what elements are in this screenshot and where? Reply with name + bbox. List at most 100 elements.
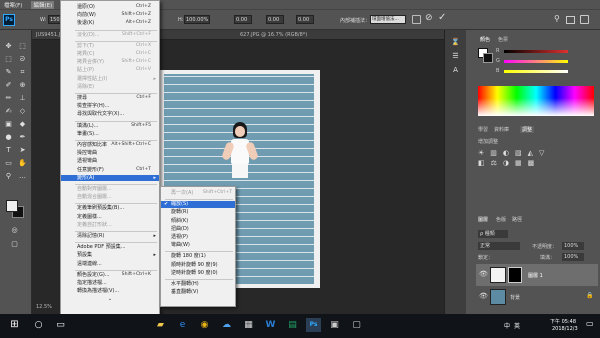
warp-toggle-icon[interactable] xyxy=(412,15,421,24)
stamp-tool-icon[interactable]: ⊥ xyxy=(18,94,27,103)
tab-swatches[interactable]: 色票 xyxy=(498,36,508,43)
search-taskbar-icon[interactable]: ○ xyxy=(32,318,45,332)
word-icon[interactable]: W xyxy=(264,318,277,332)
bg-color-chip[interactable] xyxy=(483,53,493,63)
edit-menu-item[interactable]: 還原(O) Ctrl+Z xyxy=(61,4,159,11)
layer-filter-kind[interactable]: ρ 種類 xyxy=(478,230,508,238)
dodge-tool-icon[interactable]: ● xyxy=(4,133,13,142)
visibility-eye-icon[interactable]: 👁 xyxy=(479,270,488,278)
edge-icon[interactable]: e xyxy=(176,318,189,332)
edit-menu-item[interactable]: 檢查拼字(H)... xyxy=(61,103,159,110)
search-icon[interactable]: ⚲ xyxy=(554,14,560,23)
edit-menu-item[interactable]: 指定描述檔... xyxy=(61,280,159,287)
tab-layers[interactable]: 圖層 xyxy=(478,216,488,223)
opacity-field[interactable]: 100% xyxy=(562,242,584,250)
edit-menu-item[interactable]: 尋找與取代文字(X)... xyxy=(61,111,159,118)
type-tool-icon[interactable]: T xyxy=(4,146,13,155)
gradient-tool-icon[interactable]: ▣ xyxy=(4,120,13,129)
edit-menu-item[interactable]: 填滿(L)... Shift+F5 xyxy=(61,123,159,130)
artboard-tool-icon[interactable]: ⬚ xyxy=(18,42,27,51)
visibility-eye-icon[interactable]: 👁 xyxy=(479,292,488,300)
quick-mask-icon[interactable]: ◎ xyxy=(10,226,19,235)
excel-icon[interactable]: ▤ xyxy=(286,318,299,332)
marquee-tool-icon[interactable]: ⬚ xyxy=(4,55,13,64)
photoshop-taskbar-icon[interactable]: Ps xyxy=(306,318,321,332)
shape-tool-icon[interactable]: ▭ xyxy=(4,159,13,168)
tab-libraries[interactable]: 資料庫 xyxy=(494,126,509,133)
h-skew-field[interactable]: 0.00 xyxy=(266,15,284,24)
path-select-tool-icon[interactable]: ➤ xyxy=(18,146,27,155)
eyedropper-tool-icon[interactable]: ✐ xyxy=(4,81,13,90)
document-tab-active[interactable]: 627.JPG @ 16.7% (RGB/8*) xyxy=(240,32,307,38)
app-icon-2[interactable]: ▣ xyxy=(328,318,341,332)
quick-select-tool-icon[interactable]: ✎ xyxy=(4,68,13,77)
transform-menu-item[interactable]: 扭曲(D) xyxy=(161,226,235,233)
hand-tool-icon[interactable]: ✋ xyxy=(18,159,27,168)
tab-color[interactable]: 顏色 xyxy=(480,36,490,43)
menu-edit[interactable]: 編輯(E) xyxy=(31,0,55,9)
tab-channels[interactable]: 色版 xyxy=(496,216,506,223)
slider-r[interactable] xyxy=(504,50,568,53)
transform-menu-item[interactable]: ✔ 縮放(S) xyxy=(161,201,235,208)
crop-tool-icon[interactable]: ⌗ xyxy=(18,68,27,77)
pen-tool-icon[interactable]: ✒ xyxy=(18,133,27,142)
edit-menu-item[interactable]: 任意變形(F) Ctrl+T xyxy=(61,167,159,174)
lasso-tool-icon[interactable]: ᘐ xyxy=(18,55,27,64)
h-field[interactable]: 100.00% xyxy=(184,15,210,24)
transform-menu-item[interactable]: 旋轉(R) xyxy=(161,209,235,216)
edit-menu-item[interactable]: 內容感知比率 Alt+Shift+Ctrl+C xyxy=(61,142,159,149)
slider-b[interactable] xyxy=(504,70,568,73)
commit-transform-icon[interactable]: ✓ xyxy=(438,12,446,23)
menu-file[interactable]: 檔案(F) xyxy=(4,1,22,9)
chrome-icon[interactable]: ◉ xyxy=(198,318,211,332)
onedrive-icon[interactable]: ☁ xyxy=(220,318,233,332)
edit-menu-item[interactable]: 遠端連線... xyxy=(61,261,159,268)
clock-time[interactable]: 下午 05:48 xyxy=(550,318,576,325)
app-icon[interactable]: ▦ xyxy=(242,318,255,332)
transform-menu-item[interactable]: 透視(P) xyxy=(161,234,235,241)
color-spectrum[interactable] xyxy=(478,86,594,116)
transform-menu-item[interactable]: 順時針旋轉 90 度(9) xyxy=(161,262,235,269)
transform-menu-item[interactable]: 水平翻轉(H) xyxy=(161,281,235,288)
edit-menu-item[interactable]: 定義筆刷預設集(B)... xyxy=(61,205,159,212)
properties-panel-icon[interactable]: ☰ xyxy=(451,52,460,61)
edit-menu-item[interactable]: 轉換為描述檔(V)... xyxy=(61,288,159,295)
fill-field[interactable]: 100% xyxy=(562,253,584,261)
blur-tool-icon[interactable]: ◆ xyxy=(18,120,27,129)
windows-start-icon[interactable]: ⊞ xyxy=(8,318,21,332)
history-panel-icon[interactable]: ⌛ xyxy=(451,38,460,47)
transform-menu-item[interactable]: 彎曲(W) xyxy=(161,242,235,249)
transform-menu-item[interactable]: 逆時針旋轉 90 度(0) xyxy=(161,270,235,277)
move-tool-icon[interactable]: ✥ xyxy=(4,42,13,51)
layer-row[interactable]: 👁 背景 🔒 xyxy=(476,286,598,308)
edit-menu-item[interactable]: 清除記憶(R) ▸ xyxy=(61,233,159,240)
tab-paths[interactable]: 路徑 xyxy=(512,216,522,223)
share-icon[interactable] xyxy=(580,15,589,24)
edit-menu-item[interactable]: 定義圖樣... xyxy=(61,214,159,221)
edit-menu-item[interactable]: 透視彎曲 xyxy=(61,158,159,165)
cancel-transform-icon[interactable]: ⊘ xyxy=(425,13,433,23)
tray-lang[interactable]: 中 xyxy=(504,321,510,330)
brush-tool-icon[interactable]: ✏ xyxy=(4,94,13,103)
file-explorer-icon[interactable]: ▰ xyxy=(154,318,167,332)
menu-more-arrow-icon[interactable]: ⌄ xyxy=(61,296,159,303)
edit-menu-item[interactable]: Adobe PDF 預設集... xyxy=(61,244,159,251)
blend-mode-select[interactable]: 正常 xyxy=(478,242,520,250)
workspace-icon[interactable] xyxy=(566,16,575,24)
edit-menu-item[interactable]: 預設集 ▸ xyxy=(61,252,159,259)
edit-menu-item[interactable]: 搜尋 Ctrl+F xyxy=(61,95,159,102)
transform-menu-item[interactable]: 傾斜(K) xyxy=(161,218,235,225)
layer-row-selected[interactable]: 👁 圖層 1 xyxy=(476,264,598,286)
clock-date[interactable]: 2018/12/3 xyxy=(552,326,578,332)
edit-menu-item[interactable]: 向前(W) Shift+Ctrl+Z xyxy=(61,12,159,19)
notification-icon[interactable]: ▭ xyxy=(586,319,594,328)
foreground-color-swatch[interactable] xyxy=(6,200,18,212)
history-brush-tool-icon[interactable]: ✍ xyxy=(4,107,13,116)
task-view-icon[interactable]: ▭ xyxy=(54,318,67,332)
more-tools-icon[interactable]: … xyxy=(18,172,27,181)
edit-menu-item[interactable]: 後退(K) Alt+Ctrl+Z xyxy=(61,20,159,27)
app-icon-3[interactable]: ▢ xyxy=(350,318,363,332)
edit-menu-item[interactable]: 操控彎曲 xyxy=(61,150,159,157)
transform-menu-item[interactable]: 垂直翻轉(V) xyxy=(161,289,235,296)
tab-adjustments[interactable]: 調整 xyxy=(520,126,535,133)
